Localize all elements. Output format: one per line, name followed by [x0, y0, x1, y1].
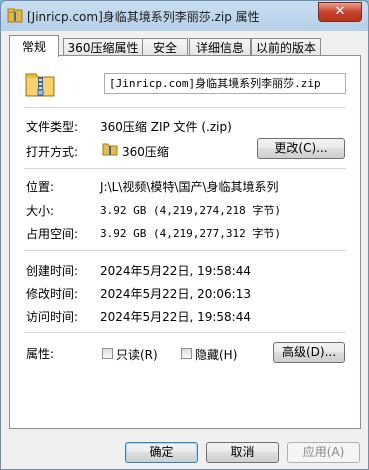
- file-type-value: 360压缩 ZIP 文件 (.zip): [100, 120, 232, 134]
- general-panel: [Jinricp.com]身临其境系列李丽莎.zip 文件类型: 360压缩 Z…: [9, 55, 361, 429]
- divider: [24, 107, 346, 108]
- tab-360-properties[interactable]: 360压缩属性: [63, 38, 143, 56]
- zip-file-icon: [25, 73, 55, 97]
- opens-with-value: 360压缩: [122, 145, 169, 159]
- tab-details[interactable]: 详细信息: [189, 38, 251, 56]
- ok-button[interactable]: 确定: [125, 442, 198, 463]
- created-value: 2024年5月22日, 19:58:44: [100, 264, 251, 278]
- change-button[interactable]: 更改(C)...: [257, 138, 345, 159]
- cancel-button[interactable]: 取消: [206, 442, 279, 463]
- hidden-label[interactable]: 隐藏(H): [195, 346, 237, 363]
- file-type-label: 文件类型:: [26, 120, 79, 134]
- attributes-label: 属性:: [26, 347, 55, 361]
- window-title: [Jinricp.com]身临其境系列李丽莎.zip 属性: [27, 10, 260, 24]
- opens-with-label: 打开方式:: [26, 145, 79, 159]
- close-icon: ✕: [334, 4, 346, 19]
- apply-button[interactable]: 应用(A): [287, 442, 360, 463]
- tab-general[interactable]: 常规: [9, 35, 59, 57]
- divider: [24, 332, 346, 333]
- divider: [24, 168, 346, 169]
- accessed-label: 访问时间:: [26, 310, 79, 324]
- filename-field[interactable]: [Jinricp.com]身临其境系列李丽莎.zip: [104, 73, 346, 94]
- size-on-disk-value: 3.92 GB (4,219,277,312 字节): [100, 227, 281, 240]
- size-label: 大小:: [26, 204, 55, 218]
- hidden-checkbox[interactable]: [181, 348, 192, 359]
- location-value: J:\L\视频\模特\国产\身临其境系列: [100, 180, 279, 194]
- close-button[interactable]: ✕: [318, 2, 362, 22]
- tab-strip: 常规 360压缩属性 安全 详细信息 以前的版本: [9, 35, 361, 57]
- accessed-value: 2024年5月22日, 19:58:44: [100, 310, 251, 324]
- properties-window: [Jinricp.com]身临其境系列李丽莎.zip 属性 ✕ 常规 360压缩…: [0, 0, 369, 470]
- tab-security[interactable]: 安全: [142, 38, 188, 56]
- divider: [24, 250, 346, 251]
- tab-previous-versions[interactable]: 以前的版本: [251, 38, 321, 56]
- advanced-button[interactable]: 高级(D)...: [273, 342, 345, 363]
- location-label: 位置:: [26, 180, 55, 194]
- modified-value: 2024年5月22日, 20:06:13: [100, 287, 251, 301]
- size-value: 3.92 GB (4,219,274,218 字节): [100, 204, 281, 217]
- modified-label: 修改时间:: [26, 287, 79, 301]
- readonly-label[interactable]: 只读(R): [116, 346, 158, 363]
- zip-archive-small-icon: [102, 143, 118, 156]
- title-bar[interactable]: [Jinricp.com]身临其境系列李丽莎.zip 属性 ✕: [1, 1, 368, 31]
- created-label: 创建时间:: [26, 264, 79, 278]
- readonly-checkbox[interactable]: [102, 348, 113, 359]
- zip-file-icon: [7, 8, 23, 23]
- size-on-disk-label: 占用空间:: [26, 227, 79, 241]
